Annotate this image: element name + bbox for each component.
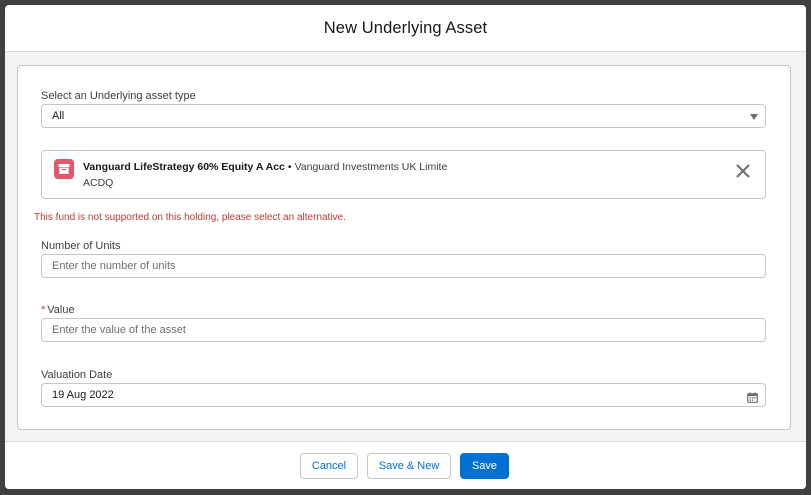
fund-separator: • [287,161,292,173]
value-label: * Value [41,304,75,316]
fund-provider: Vanguard Investments UK Limite [294,161,448,173]
required-marker: * [41,304,46,316]
fund-name: Vanguard LifeStrategy 60% Equity A Acc [83,161,285,173]
valuation-date-input[interactable]: 19 Aug 2022 [41,383,766,407]
asset-type-value: All [52,110,65,122]
cancel-button[interactable]: Cancel [300,453,358,479]
units-label: Number of Units [41,240,121,252]
fund-error-message: This fund is not supported on this holdi… [34,212,346,223]
new-underlying-asset-modal: New Underlying Asset Select an Underlyin… [5,5,806,489]
save-button[interactable]: Save [460,453,509,479]
value-placeholder: Enter the value of the asset [52,324,186,336]
fund-code: ACDQ [83,177,114,189]
save-and-new-button[interactable]: Save & New [367,453,451,479]
valuation-date-label: Valuation Date [41,369,113,381]
chevron-down-icon [750,114,758,120]
value-input[interactable]: Enter the value of the asset [41,318,766,342]
archive-icon [54,159,74,179]
value-label-text: Value [47,304,75,316]
close-icon[interactable] [735,163,751,179]
valuation-date-value: 19 Aug 2022 [52,389,114,401]
modal-title: New Underlying Asset [323,18,488,37]
calendar-icon[interactable] [747,390,758,408]
asset-type-select[interactable]: All [41,104,766,128]
fund-title-line: Vanguard LifeStrategy 60% Equity A Acc • V… [83,161,447,173]
units-placeholder: Enter the number of units [52,260,176,272]
modal-footer: Cancel Save & New Save [5,441,806,489]
modal-header: New Underlying Asset [5,5,806,52]
modal-body: Select an Underlying asset type All Vang… [5,52,806,441]
form-card: Select an Underlying asset type All Vang… [17,65,791,430]
selected-fund-pill: Vanguard LifeStrategy 60% Equity A Acc • V… [41,150,766,199]
asset-type-label: Select an Underlying asset type [41,90,196,102]
units-input[interactable]: Enter the number of units [41,254,766,278]
